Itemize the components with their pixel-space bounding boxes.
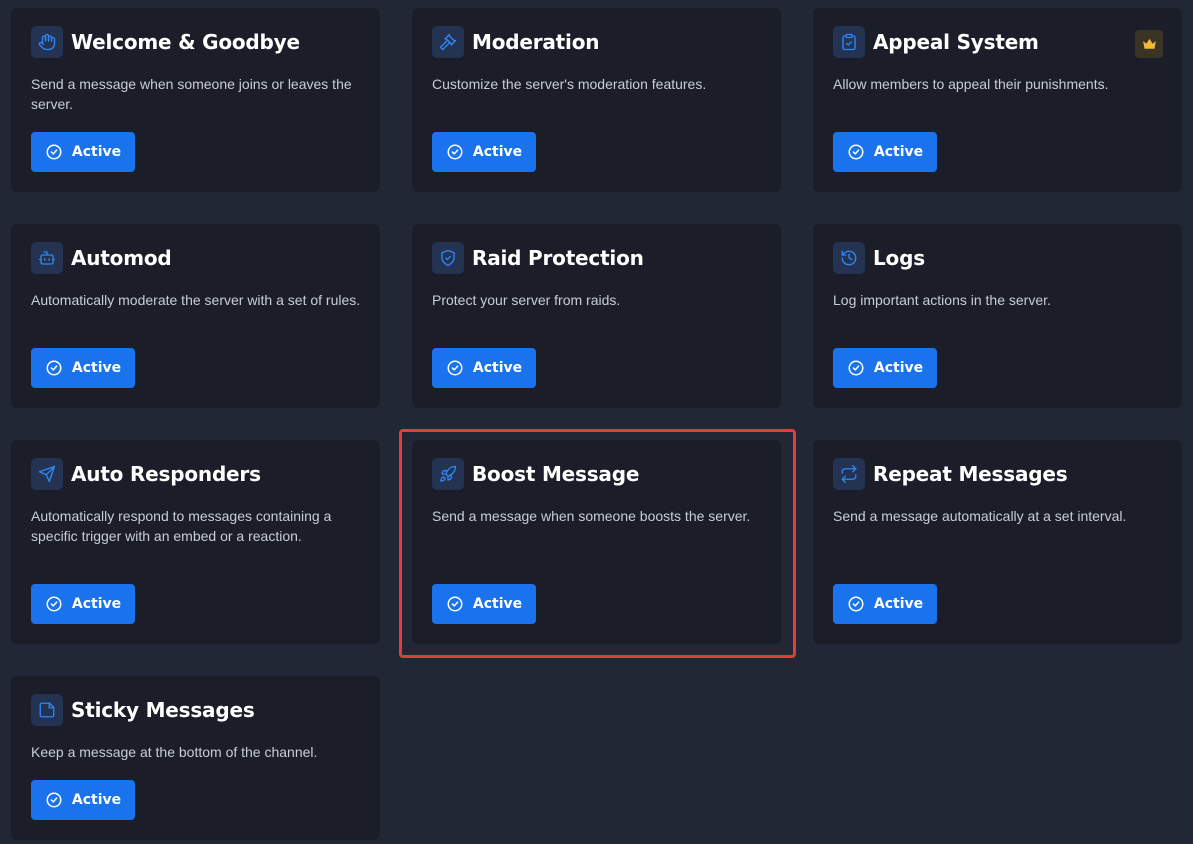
module-title: Boost Message xyxy=(472,462,640,486)
active-button[interactable]: Active xyxy=(31,584,135,624)
module-title: Repeat Messages xyxy=(873,462,1068,486)
module-card-boost-message: Boost Message Send a message when someon… xyxy=(412,440,781,644)
check-circle-icon xyxy=(46,596,62,612)
active-button-label: Active xyxy=(71,596,122,612)
module-description: Log important actions in the server. xyxy=(833,292,1051,308)
repeat-icon xyxy=(833,458,865,490)
module-description: Protect your server from raids. xyxy=(432,292,621,308)
module-description: Allow members to appeal their punishment… xyxy=(833,76,1109,92)
module-description: Send a message when someone boosts the s… xyxy=(432,508,751,524)
send-icon xyxy=(31,458,63,490)
module-card-moderation: Moderation Customize the server's modera… xyxy=(412,8,781,192)
active-button-label: Active xyxy=(472,596,523,612)
module-card-repeat-messages: Repeat Messages Send a message automatic… xyxy=(813,440,1182,644)
card-header: Sticky Messages xyxy=(31,694,255,726)
active-button[interactable]: Active xyxy=(833,132,937,172)
shield-check-icon xyxy=(432,242,464,274)
rocket-icon xyxy=(432,458,464,490)
module-title: Automod xyxy=(71,246,172,270)
active-button[interactable]: Active xyxy=(432,132,536,172)
history-icon xyxy=(833,242,865,274)
check-circle-icon xyxy=(46,360,62,376)
module-card-auto-responders: Auto Responders Automatically respond to… xyxy=(11,440,380,644)
card-header: Appeal System xyxy=(833,26,1039,58)
check-circle-icon xyxy=(447,596,463,612)
gavel-icon xyxy=(432,26,464,58)
check-circle-icon xyxy=(848,360,864,376)
card-header: Moderation xyxy=(432,26,599,58)
module-description: Send a message when someone joins or lea… xyxy=(31,76,352,112)
module-title: Sticky Messages xyxy=(71,698,255,722)
crown-icon xyxy=(1135,30,1163,58)
module-description: Automatically respond to messages contai… xyxy=(31,508,332,544)
module-card-raid-protection: Raid Protection Protect your server from… xyxy=(412,224,781,408)
module-description: Customize the server's moderation featur… xyxy=(432,76,707,92)
card-header: Repeat Messages xyxy=(833,458,1068,490)
check-circle-icon xyxy=(848,596,864,612)
card-header: Auto Responders xyxy=(31,458,261,490)
card-header: Raid Protection xyxy=(432,242,644,274)
active-button[interactable]: Active xyxy=(833,348,937,388)
active-button-label: Active xyxy=(472,360,523,376)
active-button[interactable]: Active xyxy=(31,348,135,388)
module-title: Raid Protection xyxy=(472,246,644,270)
module-description: Automatically moderate the server with a… xyxy=(31,292,361,308)
check-circle-icon xyxy=(447,144,463,160)
check-circle-icon xyxy=(447,360,463,376)
module-description: Send a message automatically at a set in… xyxy=(833,508,1127,524)
active-button[interactable]: Active xyxy=(432,584,536,624)
active-button-label: Active xyxy=(472,144,523,160)
card-header: Boost Message xyxy=(432,458,639,490)
module-card-sticky-messages: Sticky Messages Keep a message at the bo… xyxy=(11,676,380,840)
card-header: Welcome & Goodbye xyxy=(31,26,300,58)
hand-icon xyxy=(31,26,63,58)
check-circle-icon xyxy=(46,792,62,808)
module-title: Logs xyxy=(873,246,925,270)
active-button[interactable]: Active xyxy=(31,780,135,820)
module-card-welcome-goodbye: Welcome & Goodbye Send a message when so… xyxy=(11,8,380,192)
module-title: Appeal System xyxy=(873,30,1039,54)
module-card-appeal-system: Appeal System Allow members to appeal th… xyxy=(813,8,1182,192)
clipboard-check-icon xyxy=(833,26,865,58)
check-circle-icon xyxy=(46,144,62,160)
module-card-automod: Automod Automatically moderate the serve… xyxy=(11,224,380,408)
module-title: Moderation xyxy=(472,30,600,54)
check-circle-icon xyxy=(848,144,864,160)
active-button[interactable]: Active xyxy=(432,348,536,388)
active-button-label: Active xyxy=(873,144,924,160)
robot-icon xyxy=(31,242,63,274)
module-title: Auto Responders xyxy=(71,462,261,486)
active-button-label: Active xyxy=(71,360,122,376)
active-button-label: Active xyxy=(873,360,924,376)
module-card-logs: Logs Log important actions in the server… xyxy=(813,224,1182,408)
active-button-label: Active xyxy=(71,792,122,808)
active-button[interactable]: Active xyxy=(31,132,135,172)
card-header: Automod xyxy=(31,242,172,274)
active-button-label: Active xyxy=(873,596,924,612)
module-description: Keep a message at the bottom of the chan… xyxy=(31,744,318,760)
active-button[interactable]: Active xyxy=(833,584,937,624)
card-header: Logs xyxy=(833,242,925,274)
sticky-note-icon xyxy=(31,694,63,726)
module-title: Welcome & Goodbye xyxy=(71,30,300,54)
active-button-label: Active xyxy=(71,144,122,160)
